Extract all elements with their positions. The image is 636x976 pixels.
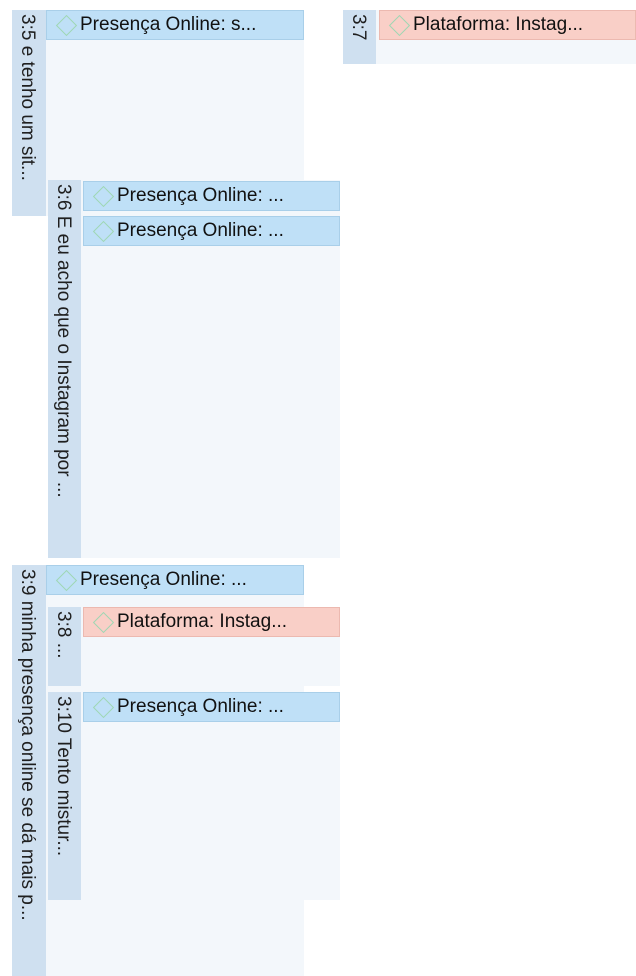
quotation-3-8-label[interactable]: 3:8 ... — [48, 607, 81, 686]
quotation-3-9-label[interactable]: 3:9 minha presença online se dá mais p..… — [12, 565, 46, 976]
code-diamond-icon — [92, 611, 115, 633]
quotation-3-9-text: 3:9 minha presença online se dá mais p..… — [17, 569, 38, 921]
code-label: Plataforma: Instag... — [413, 14, 584, 35]
code-label: Presença Online: ... — [117, 696, 284, 717]
code-diamond-icon — [55, 569, 78, 591]
quotation-3-10-text: 3:10 Tento mistur... — [53, 696, 74, 857]
code-label: Presença Online: ... — [117, 185, 284, 206]
code-label: Plataforma: Instag... — [117, 611, 288, 632]
quotation-3-6-text: 3:6 E eu acho que o Instagram por ... — [53, 184, 74, 498]
code-presenca-online-5[interactable]: Presença Online: ... — [83, 692, 340, 722]
code-label: Presença Online: s... — [80, 14, 257, 35]
quotation-3-7-label[interactable]: 3:7 — [343, 10, 376, 64]
code-presenca-online-4[interactable]: Presença Online: ... — [46, 565, 304, 595]
code-diamond-icon — [388, 14, 411, 36]
code-diamond-icon — [92, 185, 115, 207]
quotation-3-10-block[interactable] — [48, 692, 340, 900]
quotation-3-10-label[interactable]: 3:10 Tento mistur... — [48, 692, 81, 900]
quotation-3-7-text: 3:7 — [348, 14, 369, 41]
code-diamond-icon — [92, 220, 115, 242]
quotation-3-5-text: 3:5 e tenho um sit... — [17, 14, 38, 181]
quotation-3-6-label[interactable]: 3:6 E eu acho que o Instagram por ... — [48, 180, 81, 558]
code-diamond-icon — [55, 14, 78, 36]
code-diamond-icon — [92, 696, 115, 718]
code-presenca-online-2[interactable]: Presença Online: ... — [83, 181, 340, 211]
code-presenca-online-3[interactable]: Presença Online: ... — [83, 216, 340, 246]
quotation-3-5-label[interactable]: 3:5 e tenho um sit... — [12, 10, 46, 216]
code-plataforma-instagram-1[interactable]: Plataforma: Instag... — [379, 10, 636, 40]
quotation-3-8-text: 3:8 ... — [53, 611, 74, 659]
code-plataforma-instagram-2[interactable]: Plataforma: Instag... — [83, 607, 340, 637]
code-presenca-online-1[interactable]: Presença Online: s... — [46, 10, 304, 40]
code-label: Presença Online: ... — [80, 569, 247, 590]
code-label: Presença Online: ... — [117, 220, 284, 241]
